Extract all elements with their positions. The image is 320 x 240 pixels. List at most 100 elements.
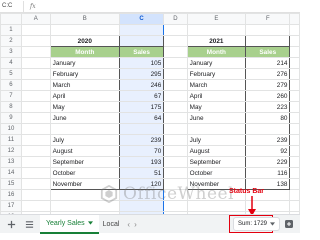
month-cell[interactable]: September xyxy=(49,156,120,168)
sales-cell[interactable]: 116 xyxy=(245,167,291,179)
sales-cell[interactable]: 239 xyxy=(118,134,165,146)
month-cell[interactable] xyxy=(186,123,247,135)
sales-cell[interactable]: 80 xyxy=(245,112,291,124)
cell[interactable] xyxy=(20,24,51,36)
cell[interactable] xyxy=(20,189,51,201)
cell[interactable] xyxy=(289,156,300,168)
cell[interactable] xyxy=(20,156,51,168)
sales-cell[interactable]: 239 xyxy=(245,134,291,146)
sales-cell[interactable]: 229 xyxy=(245,156,291,168)
cell[interactable] xyxy=(163,46,188,58)
month-cell[interactable]: April xyxy=(186,90,247,102)
month-cell[interactable]: May xyxy=(49,101,120,113)
sales-cell[interactable]: 223 xyxy=(245,101,291,113)
cell[interactable] xyxy=(163,24,188,36)
cell[interactable] xyxy=(289,57,300,69)
row-header[interactable]: 8 xyxy=(0,101,22,113)
cell[interactable] xyxy=(163,145,188,157)
year-label[interactable]: 2020 xyxy=(49,35,120,47)
cell[interactable] xyxy=(163,79,188,91)
column-header-b[interactable]: B xyxy=(49,13,120,25)
cell[interactable] xyxy=(186,24,247,36)
cell[interactable] xyxy=(163,112,188,124)
row-header[interactable]: 5 xyxy=(0,68,22,80)
cell[interactable] xyxy=(163,35,188,47)
cell[interactable] xyxy=(163,134,188,146)
cell[interactable] xyxy=(20,145,51,157)
month-cell[interactable]: March xyxy=(186,79,247,91)
cell[interactable] xyxy=(163,167,188,179)
cell[interactable] xyxy=(118,24,165,36)
sales-cell[interactable]: 105 xyxy=(118,57,165,69)
cell[interactable] xyxy=(289,24,300,36)
cell[interactable] xyxy=(20,123,51,135)
cell[interactable] xyxy=(289,200,300,212)
cell[interactable] xyxy=(20,112,51,124)
cell[interactable] xyxy=(245,24,291,36)
tab-yearly-sales[interactable]: Yearly Sales xyxy=(40,214,99,234)
sales-cell[interactable]: 64 xyxy=(118,112,165,124)
month-cell[interactable]: June xyxy=(49,112,120,124)
month-cell[interactable]: February xyxy=(49,68,120,80)
row-header[interactable]: 17 xyxy=(0,200,22,212)
row-header[interactable]: 10 xyxy=(0,123,22,135)
row-header[interactable]: 3 xyxy=(0,46,22,58)
cell[interactable] xyxy=(20,90,51,102)
month-cell[interactable]: October xyxy=(49,167,120,179)
cell[interactable] xyxy=(20,101,51,113)
sales-cell[interactable]: 193 xyxy=(118,156,165,168)
cell[interactable] xyxy=(289,189,300,201)
sales-cell[interactable]: 70 xyxy=(118,145,165,157)
cell[interactable] xyxy=(289,178,300,190)
sales-cell[interactable]: 246 xyxy=(118,79,165,91)
cell[interactable] xyxy=(20,178,51,190)
month-cell[interactable]: March xyxy=(49,79,120,91)
cell[interactable] xyxy=(20,68,51,80)
sales-cell[interactable]: 175 xyxy=(118,101,165,113)
column-header-f[interactable]: F xyxy=(245,13,291,25)
cell[interactable] xyxy=(163,156,188,168)
column-header-month[interactable]: Month xyxy=(49,46,120,58)
month-cell[interactable] xyxy=(49,123,120,135)
month-cell[interactable]: July xyxy=(186,134,247,146)
row-header[interactable]: 12 xyxy=(0,145,22,157)
cell[interactable] xyxy=(163,68,188,80)
month-cell[interactable]: June xyxy=(186,112,247,124)
column-header-sales[interactable]: Sales xyxy=(118,46,165,58)
row-header[interactable]: 15 xyxy=(0,178,22,190)
cell[interactable] xyxy=(163,101,188,113)
year-label[interactable]: 2021 xyxy=(186,35,247,47)
sales-cell[interactable]: 51 xyxy=(118,167,165,179)
row-header[interactable]: 13 xyxy=(0,156,22,168)
column-header-d[interactable]: D xyxy=(163,13,188,25)
cell[interactable] xyxy=(289,46,300,58)
cell[interactable] xyxy=(289,68,300,80)
month-cell[interactable]: May xyxy=(186,101,247,113)
sales-cell[interactable]: 279 xyxy=(245,79,291,91)
cell[interactable] xyxy=(163,123,188,135)
sales-cell[interactable]: 276 xyxy=(245,68,291,80)
month-cell[interactable]: February xyxy=(186,68,247,80)
month-cell[interactable]: January xyxy=(186,57,247,69)
cell[interactable] xyxy=(289,123,300,135)
month-cell[interactable]: April xyxy=(49,90,120,102)
cell[interactable] xyxy=(289,167,300,179)
row-header[interactable]: 1 xyxy=(0,24,22,36)
select-all-corner[interactable] xyxy=(0,13,22,25)
cell[interactable] xyxy=(20,200,51,212)
name-box[interactable]: C:C xyxy=(0,0,24,12)
cell[interactable] xyxy=(163,57,188,69)
cell[interactable] xyxy=(20,79,51,91)
row-header[interactable]: 9 xyxy=(0,112,22,124)
month-cell[interactable]: September xyxy=(186,156,247,168)
plus-icon[interactable] xyxy=(4,217,18,231)
sales-cell[interactable]: 260 xyxy=(245,90,291,102)
scroll-left-icon[interactable]: ‹ xyxy=(127,220,130,229)
cell[interactable] xyxy=(118,35,165,47)
month-cell[interactable]: October xyxy=(186,167,247,179)
cell[interactable] xyxy=(289,145,300,157)
column-header-a[interactable]: A xyxy=(20,13,51,25)
sales-cell[interactable]: 214 xyxy=(245,57,291,69)
column-header-c[interactable]: C xyxy=(118,13,165,25)
row-header[interactable]: 7 xyxy=(0,90,22,102)
